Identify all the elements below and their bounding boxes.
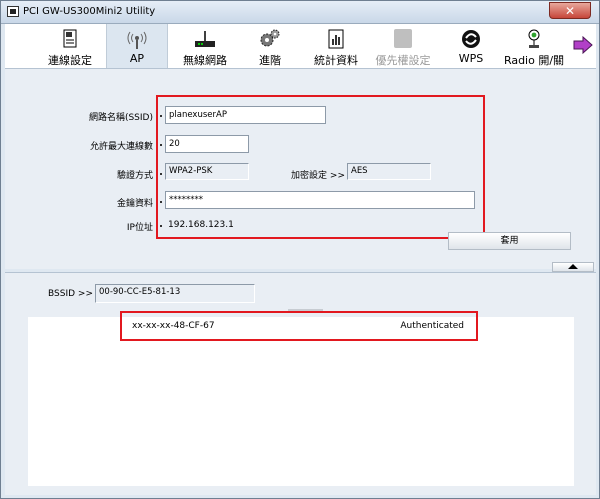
apply-button[interactable]: 套用 (448, 232, 571, 250)
key-label: 金鑰資料 (116, 199, 153, 209)
wps-icon (462, 30, 480, 48)
app-icon (7, 6, 19, 17)
utility-window: PCI GW-US300Mini2 Utility ✕ 連線設定 AP 無線網路… (0, 0, 600, 499)
authentication-label: 驗證方式 (116, 171, 153, 181)
tab-ap[interactable]: AP (106, 24, 168, 68)
radio-power-icon (528, 29, 540, 48)
tab-label: 進階 (259, 54, 281, 67)
ap-antenna-icon (127, 31, 147, 49)
priority-icon (394, 29, 412, 48)
tab-statistics[interactable]: 統計資料 (308, 24, 364, 68)
tab-priority-settings: 優先權設定 (371, 24, 435, 68)
tab-wps[interactable]: WPS (453, 24, 489, 68)
tab-advanced[interactable]: 進階 (248, 24, 292, 68)
window-title: PCI GW-US300Mini2 Utility (23, 6, 156, 17)
tab-label: AP (129, 52, 145, 65)
connected-clients-list[interactable] (28, 317, 574, 486)
tab-label: WPS (458, 52, 484, 65)
ip-address-label: IP位址 (126, 223, 153, 233)
toolbar: 連線設定 AP 無線網路 進階 統計資料 優先權設定 WPS Radio 開/關 (5, 24, 596, 69)
bssid-value: 00-90-CC-E5-81-13 (95, 284, 255, 303)
statistics-icon (328, 29, 344, 49)
tab-label: 無線網路 (183, 54, 227, 67)
max-connections-label: 允許最大連線數 (89, 142, 153, 152)
ssid-label: 網路名稱(SSID) (88, 113, 153, 123)
gears-icon (260, 29, 280, 47)
close-button[interactable]: ✕ (549, 2, 591, 19)
router-icon (195, 31, 215, 47)
title-bar[interactable]: PCI GW-US300Mini2 Utility ✕ (1, 1, 599, 24)
settings-highlight-box (156, 95, 485, 239)
next-arrow-icon[interactable] (573, 36, 593, 54)
tab-label: 統計資料 (314, 54, 358, 67)
tab-connection-settings[interactable]: 連線設定 (43, 24, 97, 68)
client-highlight-box (120, 311, 478, 341)
tab-label: Radio 開/關 (503, 54, 565, 67)
bssid-label: BSSID >> (48, 289, 93, 299)
tab-label: 連線設定 (48, 54, 92, 67)
tab-radio-toggle[interactable]: Radio 開/關 (501, 24, 567, 68)
tab-wireless-network[interactable]: 無線網路 (175, 24, 235, 68)
collapse-up-button[interactable] (552, 262, 594, 272)
tab-label: 優先權設定 (375, 54, 431, 67)
document-icon (63, 29, 77, 48)
